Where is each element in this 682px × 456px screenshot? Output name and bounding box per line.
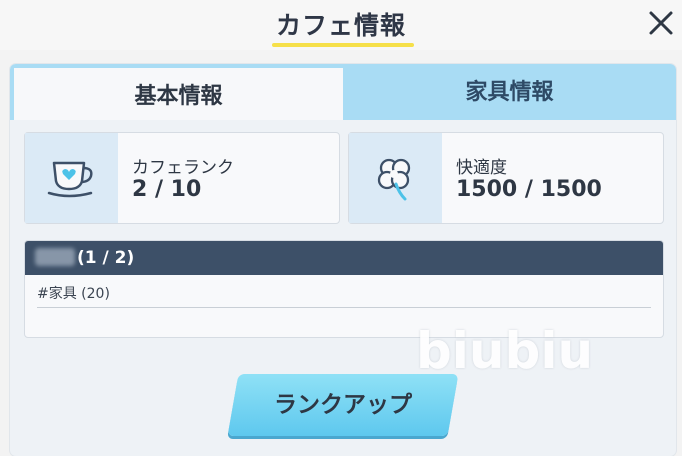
comfort-value: 1500 / 1500 bbox=[456, 177, 602, 202]
tab-basic-info[interactable]: 基本情報 bbox=[10, 64, 343, 120]
close-icon bbox=[649, 11, 673, 35]
comfort-icon-box bbox=[349, 133, 442, 223]
blurred-label bbox=[35, 248, 75, 266]
list-header-count: (1 / 2) bbox=[77, 248, 135, 268]
close-button[interactable] bbox=[646, 8, 676, 38]
rank-up-button[interactable]: ランクアップ bbox=[227, 374, 459, 436]
title-underline bbox=[272, 43, 414, 47]
clover-icon bbox=[377, 158, 411, 201]
rank-up-button-label: ランクアップ bbox=[274, 392, 412, 418]
cafe-rank-label: カフェランク bbox=[132, 158, 234, 178]
watermark: biubiu bbox=[416, 322, 594, 380]
teacup-icon bbox=[47, 161, 93, 198]
list-item[interactable]: #家具 (20) bbox=[37, 283, 651, 308]
page-title: カフェ情報 bbox=[275, 11, 406, 40]
comfort-label: 快適度 bbox=[456, 158, 507, 178]
comfort-card: 快適度 1500 / 1500 bbox=[348, 132, 664, 224]
list-header: (1 / 2) bbox=[25, 241, 663, 275]
cafe-rank-value: 2 / 10 bbox=[132, 177, 202, 202]
cafe-rank-icon-box bbox=[25, 133, 118, 223]
tab-furniture-info[interactable]: 家具情報 bbox=[343, 64, 676, 120]
header-bar: カフェ情報 bbox=[0, 0, 682, 50]
cafe-rank-card: カフェランク 2 / 10 bbox=[24, 132, 340, 224]
